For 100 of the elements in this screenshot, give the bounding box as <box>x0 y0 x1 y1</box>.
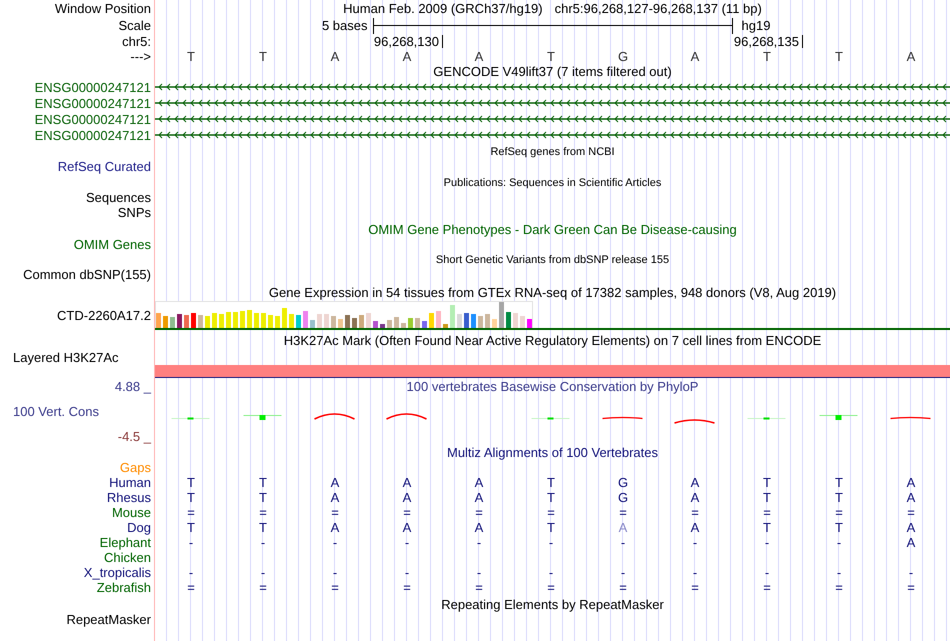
strand-direction-label: ---> <box>130 50 151 63</box>
track-label[interactable]: Human <box>109 476 151 489</box>
alignment-base: = <box>259 506 267 519</box>
track-label[interactable]: OMIM Genes <box>74 238 151 250</box>
expression-bar <box>240 311 245 328</box>
track-label[interactable]: Common dbSNP(155) <box>23 268 151 281</box>
alignment-base: = <box>619 581 627 594</box>
assembly-name: Human Feb. 2009 (GRCh37/hg19) <box>343 2 543 15</box>
alignment-base: T <box>547 491 555 504</box>
alignment-base: A <box>690 491 700 504</box>
track-title[interactable]: GENCODE V49lift37 (7 items filtered out) <box>433 65 672 78</box>
base-letter: A <box>474 50 484 63</box>
track-label[interactable]: CTD-2260A17.2 <box>57 309 151 322</box>
expression-bar <box>303 311 308 328</box>
expression-bar <box>289 314 294 328</box>
axis-min-label: -4.5 _ <box>118 430 151 443</box>
track-label[interactable]: RefSeq Curated <box>58 160 151 173</box>
expression-bar <box>478 316 483 328</box>
expression-bar <box>317 314 322 328</box>
track-label[interactable]: 100 Vert. Cons <box>13 405 99 418</box>
alignment-base: - <box>404 566 410 579</box>
alignment-base: - <box>548 536 554 549</box>
coordinate-label: 96,268,130 <box>374 35 439 48</box>
track-title[interactable]: OMIM Gene Phenotypes - Dark Green Can Be Disease-causing <box>368 223 737 236</box>
base-letter: T <box>187 50 195 63</box>
alignment-base: T <box>259 476 267 489</box>
axis-max-label: 4.88 _ <box>114 380 151 393</box>
alignment-base: T <box>763 521 771 534</box>
track-title[interactable]: H3K27Ac Mark (Often Found Near Active Regulatory Elements) on 7 cell lines from ENCODE <box>284 334 822 346</box>
track-label[interactable]: X_tropicalis <box>84 566 151 579</box>
conservation-score-mark <box>819 415 858 420</box>
track-label[interactable]: ENSG00000247121 <box>34 112 151 126</box>
alignment-base: = <box>331 506 339 519</box>
track-title[interactable]: Publications: Sequences in Scientific Articles <box>444 178 662 188</box>
track-label[interactable]: Chicken <box>104 551 151 564</box>
track-label[interactable]: Rhesus <box>106 491 151 504</box>
conservation-score-mark <box>386 413 427 420</box>
conservation-score-mark <box>243 415 282 420</box>
alignment-base: G <box>618 491 628 504</box>
alignment-base: - <box>188 536 194 549</box>
chromosome-label: chr5: <box>122 35 151 48</box>
track-title[interactable]: 100 vertebrates Basewise Conservation by PhyloP <box>406 380 698 393</box>
track-title[interactable]: Gene Expression in 54 tissues from GTEx RNA-seq of 17382 samples, 948 donors (V8, Aug 2019) <box>268 286 836 299</box>
track-label[interactable]: ENSG00000247121 <box>34 128 151 142</box>
alignment-base: A <box>474 521 484 534</box>
track-label[interactable]: RepeatMasker <box>66 612 151 626</box>
expression-bar <box>366 313 371 328</box>
track-title[interactable]: Multiz Alignments of 100 Vertebrates <box>446 446 658 458</box>
track-label[interactable]: ENSG00000247121 <box>34 80 151 94</box>
alignment-base: - <box>548 566 554 579</box>
expression-bar <box>177 314 182 328</box>
alignment-base: A <box>906 491 916 504</box>
track-label[interactable]: Layered H3K27Ac <box>13 351 119 364</box>
alignment-base: A <box>690 476 700 489</box>
alignment-base: A <box>330 476 340 489</box>
alignment-base: - <box>476 566 482 579</box>
expression-bar <box>520 316 525 328</box>
alignment-base: - <box>908 566 914 579</box>
track-title[interactable]: Repeating Elements by RepeatMasker <box>441 598 664 611</box>
track-label[interactable]: ENSG00000247121 <box>34 96 151 110</box>
expression-bar <box>170 317 175 328</box>
alignment-base: A <box>402 521 412 534</box>
track-title[interactable]: RefSeq genes from NCBI <box>490 146 615 158</box>
base-letter: A <box>690 50 700 63</box>
alignment-base: = <box>691 506 699 519</box>
track-label[interactable]: Sequences <box>86 191 151 204</box>
alignment-base: - <box>764 566 770 579</box>
alignment-base: - <box>332 566 338 579</box>
expression-bar <box>464 313 469 328</box>
expression-bar <box>408 318 413 328</box>
alignment-base: T <box>763 476 771 489</box>
expression-bar <box>261 313 266 328</box>
track-label[interactable]: Dog <box>127 521 151 534</box>
expression-bar <box>184 315 189 328</box>
base-letter: A <box>906 50 916 63</box>
track-label[interactable]: Elephant <box>100 536 151 549</box>
alignment-base: T <box>547 476 555 489</box>
base-letter: T <box>547 50 555 63</box>
alignment-base: = <box>187 506 195 519</box>
alignment-base: T <box>259 521 267 534</box>
expression-bar <box>156 313 161 328</box>
conservation-score-mark <box>171 418 210 420</box>
expression-bar <box>198 315 203 328</box>
expression-bar <box>338 319 343 328</box>
alignment-base: A <box>330 491 340 504</box>
alignment-base: - <box>836 566 842 579</box>
alignment-base: T <box>187 491 195 504</box>
expression-bar <box>359 315 364 328</box>
alignment-base: - <box>260 536 266 549</box>
alignment-base: - <box>332 536 338 549</box>
expression-bar <box>324 314 329 328</box>
position-range: chr5:96,268,127-96,268,137 (11 bp) <box>554 2 762 15</box>
expression-bar <box>401 323 406 328</box>
track-title[interactable]: Short Genetic Variants from dbSNP release 155 <box>436 254 670 266</box>
track-label[interactable]: Zebrafish <box>96 581 151 594</box>
alignment-base: A <box>618 521 628 534</box>
expression-bar <box>254 313 259 328</box>
track-label[interactable]: SNPs <box>118 206 151 219</box>
track-label[interactable]: Mouse <box>112 506 151 519</box>
tick-mark <box>442 35 443 48</box>
